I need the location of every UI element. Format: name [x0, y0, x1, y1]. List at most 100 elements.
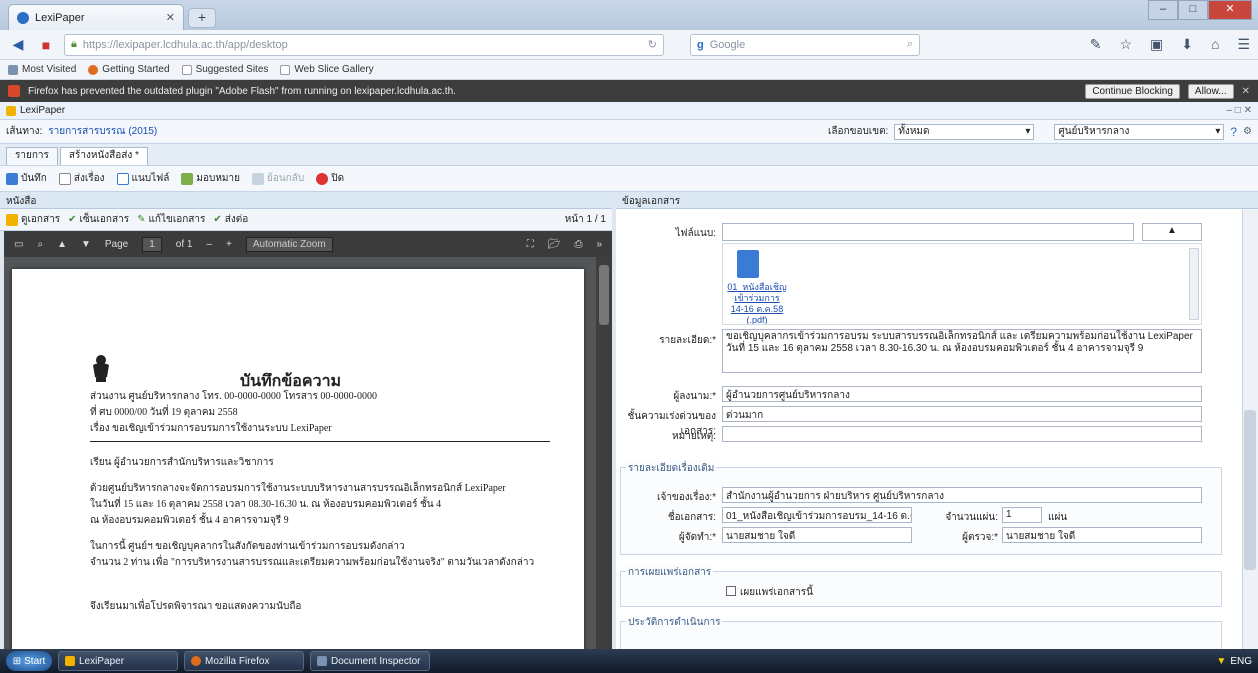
zoom-select[interactable]: Automatic Zoom — [245, 236, 333, 252]
publish-checkbox[interactable] — [726, 586, 736, 596]
edit-document-button[interactable]: ✎ แก้ไขเอกสาร — [137, 212, 205, 227]
star-icon[interactable]: ☆ — [1119, 36, 1132, 53]
bookmark-item[interactable]: Most Visited — [8, 64, 76, 75]
taskbar-item[interactable]: Mozilla Firefox — [184, 651, 304, 671]
panel-controls-icon[interactable]: – □ ✕ — [1226, 105, 1252, 116]
maximize-button[interactable]: □ — [1178, 0, 1208, 20]
count-field[interactable]: 1 — [1002, 507, 1042, 523]
search-icon[interactable]: ⌕ — [37, 239, 43, 250]
open-file-icon[interactable]: 📂︎ — [548, 239, 561, 250]
allow-button[interactable]: Allow... — [1187, 83, 1234, 99]
attach-scrollbar[interactable] — [1189, 248, 1199, 320]
url-bar[interactable]: 🔒︎ https://lexipaper.lcdhula.ac.th/app/d… — [64, 33, 664, 56]
pdf-file-icon[interactable] — [737, 250, 759, 278]
garuda-emblem-icon — [93, 355, 109, 382]
creator-label: ผู้จัดทำ:* — [678, 532, 716, 543]
publish-checkbox-label: เผยแพร่เอกสารนี้ — [740, 587, 813, 598]
previous-page-icon[interactable]: ▲ — [57, 239, 67, 250]
bookmark-item[interactable]: Web Slice Gallery — [280, 64, 374, 75]
bookmark-item[interactable]: Suggested Sites — [181, 64, 268, 75]
approver-field[interactable]: นายสมชาย ใจดี — [1002, 527, 1202, 543]
tab-close-icon[interactable]: ✕ — [166, 11, 175, 24]
reload-icon[interactable]: ↻ — [648, 38, 657, 51]
minimize-button[interactable]: – — [1148, 0, 1178, 20]
menu-icon[interactable]: ☰ — [1237, 36, 1250, 53]
forward-button[interactable]: ✔ ส่งต่อ — [213, 212, 248, 227]
form-scrollbar-thumb[interactable] — [1244, 410, 1256, 570]
help-icon[interactable]: ? — [1230, 125, 1237, 139]
check-icon: ✔ — [68, 214, 77, 225]
save-button[interactable]: บันทึก — [6, 171, 47, 186]
history-group-title[interactable]: ประวัติการดำเนินการ — [626, 615, 723, 630]
unit-dropdown[interactable]: ศูนย์บริหารกลาง ▾ — [1054, 123, 1225, 140]
browser-tab[interactable]: LexiPaper ✕ — [8, 4, 184, 30]
page-icon — [181, 64, 192, 75]
settings-icon[interactable]: ⚙ — [1243, 126, 1252, 137]
send-button[interactable]: ส่งเรื่อง — [58, 171, 105, 186]
zoom-in-icon[interactable]: + — [226, 239, 232, 250]
page-number-input[interactable]: 1 — [142, 236, 162, 252]
tools-icon[interactable]: » — [596, 239, 602, 250]
revert-button[interactable]: ย้อนกลับ — [252, 171, 304, 186]
path-link[interactable]: รายการสารบรรณ (2015) — [48, 124, 157, 139]
notification-close-icon[interactable]: ✕ — [1242, 86, 1250, 97]
search-bar[interactable]: g Google ⌕ — [690, 33, 920, 56]
left-panel-header: หนังสือ — [0, 192, 612, 209]
attach-icon — [116, 172, 129, 185]
docname-field[interactable]: 01_หนังสือเชิญเข้าร่วมการอบรม_14-16 ต.ค.… — [722, 507, 912, 523]
sign-document-button[interactable]: ✔ เซ็นเอกสาร — [68, 212, 129, 227]
tab-create-outgoing[interactable]: สร้างหนังสือส่ง * — [59, 147, 148, 165]
close-document-button[interactable]: ปิด — [316, 171, 344, 186]
count-unit: แผ่น — [1048, 512, 1068, 523]
next-page-icon[interactable]: ▼ — [81, 239, 91, 250]
publish-group-title[interactable]: การเผยแพร่เอกสาร — [626, 565, 714, 580]
clipboard-icon[interactable]: ▣ — [1150, 36, 1163, 53]
search-icon[interactable]: ⌕ — [907, 38, 913, 51]
pdf-viewer[interactable]: บันทึกข้อความ ส่วนงาน ศูนย์บริหารกลาง โท… — [4, 257, 612, 649]
note-field[interactable] — [722, 426, 1202, 442]
taskbar-item[interactable]: Document Inspector — [310, 651, 430, 671]
zoom-out-icon[interactable]: – — [206, 239, 212, 250]
back-arrow-icon[interactable]: ◀ — [8, 36, 28, 53]
home-icon[interactable]: ■ — [36, 37, 56, 53]
attach-box[interactable] — [722, 223, 1134, 241]
page-navigator[interactable]: หน้า 1 / 1 — [565, 212, 606, 227]
navigation-bar: ◀ ■ 🔒︎ https://lexipaper.lcdhula.ac.th/a… — [0, 30, 1258, 60]
subject-textarea[interactable]: ขอเชิญบุคลากรเข้าร่วมการอบรม ระบบสารบรรณ… — [722, 329, 1202, 373]
firefox-icon — [191, 656, 201, 666]
creator-field[interactable]: นายสมชาย ใจดี — [722, 527, 912, 543]
attach-button[interactable]: แนบไฟล์ — [116, 171, 169, 186]
system-tray[interactable]: ▼ ENG — [1216, 656, 1252, 667]
print-icon[interactable]: ⎙ — [574, 239, 582, 250]
original-details-title[interactable]: รายละเอียดเรื่องเดิม — [626, 461, 717, 476]
urgency-dropdown[interactable]: ด่วนมาก — [722, 406, 1202, 422]
pencil-icon[interactable]: ✎ — [1090, 36, 1102, 53]
owner-field[interactable]: สำนักงานผู้อำนวยการ ฝ่ายบริหาร ศูนย์บริห… — [722, 487, 1202, 503]
signer-field[interactable]: ผู้อำนวยการศูนย์บริหารกลาง — [722, 386, 1202, 402]
taskbar-item[interactable]: LexiPaper — [58, 651, 178, 671]
pdf-scrollbar-thumb[interactable] — [599, 265, 609, 325]
memo-closing: จึงเรียนมาเพื่อโปรดพิจารณา ขอแสดงความนับ… — [90, 601, 302, 612]
chevron-down-icon: ▾ — [1025, 126, 1031, 137]
memo-line-office: ส่วนงาน ศูนย์บริหารกลาง โทร. 00-0000-000… — [90, 391, 377, 402]
continue-blocking-button[interactable]: Continue Blocking — [1085, 83, 1180, 99]
bookmark-item[interactable]: Getting Started — [88, 64, 170, 75]
presentation-icon[interactable]: ⛶ — [527, 239, 534, 250]
taskbar: ⊞ Start LexiPaper Mozilla Firefox Documen… — [0, 649, 1258, 673]
owner-label: เจ้าของเรื่อง:* — [657, 492, 716, 503]
sidebar-toggle-icon[interactable]: ▭ — [14, 239, 23, 250]
filter-label: เลือกขอบเขต: — [828, 126, 889, 137]
attach-file-link[interactable]: 01_หนังสือเชิญ เข้าร่วมการ 14-16 ต.ค.58 … — [727, 282, 787, 324]
upload-button[interactable]: ▲ — [1142, 223, 1202, 241]
new-tab-button[interactable]: + — [188, 8, 216, 28]
filter-dropdown[interactable]: ทั้งหมด ▾ — [894, 123, 1035, 140]
view-document-button[interactable]: ดูเอกสาร — [6, 212, 60, 227]
close-button[interactable]: ✕ — [1208, 0, 1252, 20]
home-button-icon[interactable]: ⌂ — [1211, 36, 1219, 53]
download-icon[interactable]: ⬇ — [1181, 36, 1193, 53]
memo-body: ด้วยศูนย์บริหารกลางจะจัดการอบรมการใช้งาน… — [90, 483, 506, 494]
start-button[interactable]: ⊞ Start — [6, 651, 52, 671]
tab-list[interactable]: รายการ — [6, 147, 58, 165]
assign-button[interactable]: มอบหมาย — [181, 171, 240, 186]
notification-icon: ▼ — [1216, 655, 1227, 667]
